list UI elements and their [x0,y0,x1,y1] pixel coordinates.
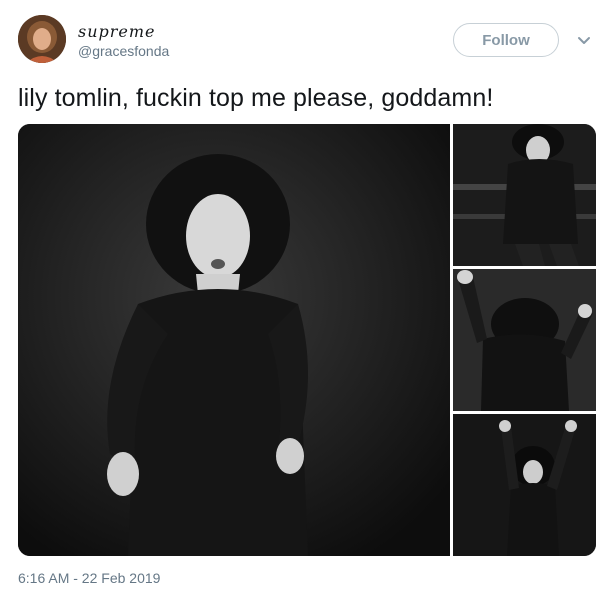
tweet-text: lily tomlin, fuckin top me please, godda… [18,84,494,112]
avatar[interactable] [18,15,66,63]
chevron-down-icon[interactable] [576,32,592,48]
photo-4[interactable] [453,414,596,556]
user-handle[interactable]: @gracesfonda [78,43,169,59]
media-grid [18,124,596,556]
photo-main[interactable] [18,124,450,556]
tweet-timestamp[interactable]: 6:16 AM - 22 Feb 2019 [18,570,160,586]
photo-2[interactable] [453,124,596,266]
avatar-image [18,15,66,63]
photo-3[interactable] [453,269,596,411]
display-name[interactable]: supreme [78,22,156,41]
follow-button[interactable]: Follow [453,23,559,57]
